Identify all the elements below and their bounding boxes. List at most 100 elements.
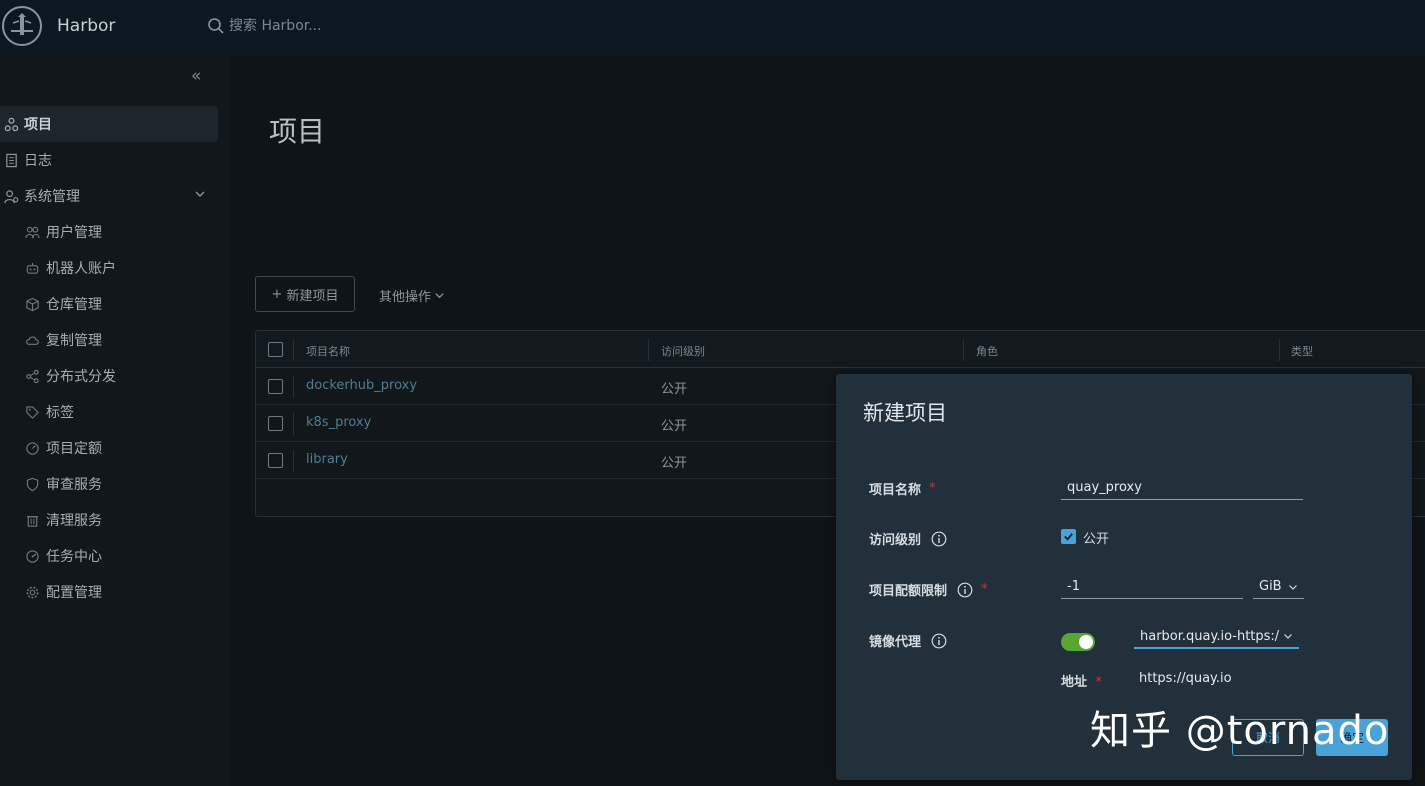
sidebar-item-labels[interactable]: 标签 — [0, 394, 218, 430]
sidebar: « 项目 日志 系统管理 用户管理 机器人账户 仓库管理 复制管理 分布式分发 — [0, 56, 230, 786]
column-header-name[interactable]: 项目名称 — [306, 343, 350, 359]
select-all-checkbox[interactable] — [268, 342, 283, 357]
column-header-type[interactable]: 类型 — [1291, 343, 1313, 359]
proxy-registry-value: harbor.quay.io-https:/ — [1140, 628, 1280, 644]
required-mark: * — [929, 481, 936, 496]
sidebar-item-label: 项目定额 — [46, 441, 102, 457]
new-project-label: 新建项目 — [286, 288, 339, 304]
quota-icon — [24, 440, 40, 456]
sidebar-item-users[interactable]: 用户管理 — [0, 214, 218, 250]
project-name-link[interactable]: library — [306, 452, 348, 467]
sidebar-item-label: 任务中心 — [46, 549, 102, 565]
collapse-sidebar-icon[interactable]: « — [191, 66, 201, 86]
column-header-access[interactable]: 访问级别 — [661, 343, 705, 359]
required-mark: * — [1095, 675, 1103, 690]
sidebar-item-label: 标签 — [46, 405, 74, 421]
dashboard-icon — [24, 548, 40, 564]
sidebar-item-label: 审查服务 — [46, 477, 102, 493]
table-header: 项目名称 访问级别 角色 类型 — [256, 331, 1425, 368]
other-actions-label: 其他操作 — [379, 290, 432, 305]
sidebar-item-label: 复制管理 — [46, 333, 102, 349]
app-header: Harbor — [0, 0, 1425, 56]
row-checkbox[interactable] — [268, 379, 283, 394]
chevron-down-icon — [1288, 582, 1298, 592]
plus-icon: + — [271, 286, 283, 302]
project-name-link[interactable]: dockerhub_proxy — [306, 378, 417, 393]
other-actions-dropdown[interactable]: 其他操作 — [379, 286, 445, 305]
address-label-text: 地址 — [1061, 675, 1088, 690]
project-access: 公开 — [661, 382, 688, 397]
project-access: 公开 — [661, 456, 688, 471]
sidebar-item-label: 仓库管理 — [46, 297, 102, 313]
registry-icon — [24, 296, 40, 312]
sidebar-item-label: 机器人账户 — [46, 261, 116, 277]
search-input[interactable] — [229, 18, 529, 34]
modal-title: 新建项目 — [863, 401, 947, 425]
quota-input[interactable] — [1061, 575, 1243, 599]
sidebar-item-logs[interactable]: 日志 — [0, 142, 218, 178]
sidebar-item-label: 清理服务 — [46, 513, 102, 529]
public-label[interactable]: 公开 — [1083, 528, 1109, 547]
sidebar-item-label: 用户管理 — [46, 225, 102, 241]
proxy-cache-toggle[interactable] — [1061, 633, 1095, 651]
sidebar-item-label: 日志 — [24, 153, 52, 169]
public-checkbox[interactable] — [1061, 529, 1076, 544]
required-mark: * — [981, 582, 988, 597]
sidebar-item-admin[interactable]: 系统管理 — [0, 178, 218, 214]
harbor-logo-icon[interactable] — [2, 6, 42, 46]
column-header-role[interactable]: 角色 — [976, 343, 998, 359]
share-icon — [24, 368, 40, 384]
chevron-down-icon — [435, 293, 444, 299]
sidebar-item-label: 配置管理 — [46, 585, 102, 601]
quota-unit-select[interactable]: GiB — [1253, 575, 1304, 599]
tag-icon — [24, 404, 40, 420]
brand-name[interactable]: Harbor — [57, 16, 115, 36]
chevron-down-icon[interactable] — [194, 188, 206, 200]
sidebar-item-label: 系统管理 — [24, 189, 80, 205]
address-value: https://quay.io — [1139, 671, 1232, 686]
project-name-input[interactable] — [1061, 476, 1303, 500]
info-icon[interactable] — [931, 633, 947, 649]
quota-label: 项目配额限制 * — [869, 580, 988, 599]
project-access: 公开 — [661, 419, 688, 434]
trash-icon — [24, 512, 40, 528]
gear-icon — [24, 584, 40, 600]
address-label: 地址 * — [1061, 671, 1102, 690]
robot-icon — [24, 260, 40, 276]
global-search[interactable] — [207, 17, 529, 35]
users-icon — [24, 224, 40, 240]
sidebar-item-replications[interactable]: 复制管理 — [0, 322, 218, 358]
new-project-button[interactable]: + 新建项目 — [255, 276, 355, 312]
sidebar-item-label: 分布式分发 — [46, 369, 116, 385]
logs-icon — [3, 152, 19, 168]
quota-label-text: 项目配额限制 — [869, 584, 948, 599]
sidebar-item-projects[interactable]: 项目 — [0, 106, 218, 142]
info-icon[interactable] — [931, 531, 947, 547]
sidebar-item-label: 项目 — [24, 117, 52, 133]
sidebar-item-configuration[interactable]: 配置管理 — [0, 574, 218, 610]
proxy-cache-label-text: 镜像代理 — [869, 635, 922, 650]
watermark: 知乎 @tornado — [1090, 708, 1390, 754]
project-name-link[interactable]: k8s_proxy — [306, 415, 371, 430]
sidebar-item-job-service[interactable]: 任务中心 — [0, 538, 218, 574]
proxy-registry-select[interactable]: harbor.quay.io-https:/ — [1134, 625, 1299, 649]
shield-icon — [24, 476, 40, 492]
quota-unit-value: GiB — [1259, 579, 1282, 594]
sidebar-item-scanners[interactable]: 审查服务 — [0, 466, 218, 502]
access-level-label-text: 访问级别 — [869, 533, 922, 548]
sidebar-item-robot-accounts[interactable]: 机器人账户 — [0, 250, 218, 286]
sidebar-item-registries[interactable]: 仓库管理 — [0, 286, 218, 322]
check-icon — [1064, 533, 1073, 541]
page-title: 项目 — [269, 115, 326, 148]
project-name-label: 项目名称 * — [869, 479, 936, 498]
access-level-label: 访问级别 — [869, 529, 947, 548]
info-icon[interactable] — [957, 582, 973, 598]
row-checkbox[interactable] — [268, 453, 283, 468]
row-checkbox[interactable] — [268, 416, 283, 431]
sidebar-item-gc[interactable]: 清理服务 — [0, 502, 218, 538]
projects-icon — [3, 116, 19, 132]
search-icon — [207, 17, 225, 35]
sidebar-item-quotas[interactable]: 项目定额 — [0, 430, 218, 466]
sidebar-item-distributions[interactable]: 分布式分发 — [0, 358, 218, 394]
replication-icon — [24, 332, 40, 348]
